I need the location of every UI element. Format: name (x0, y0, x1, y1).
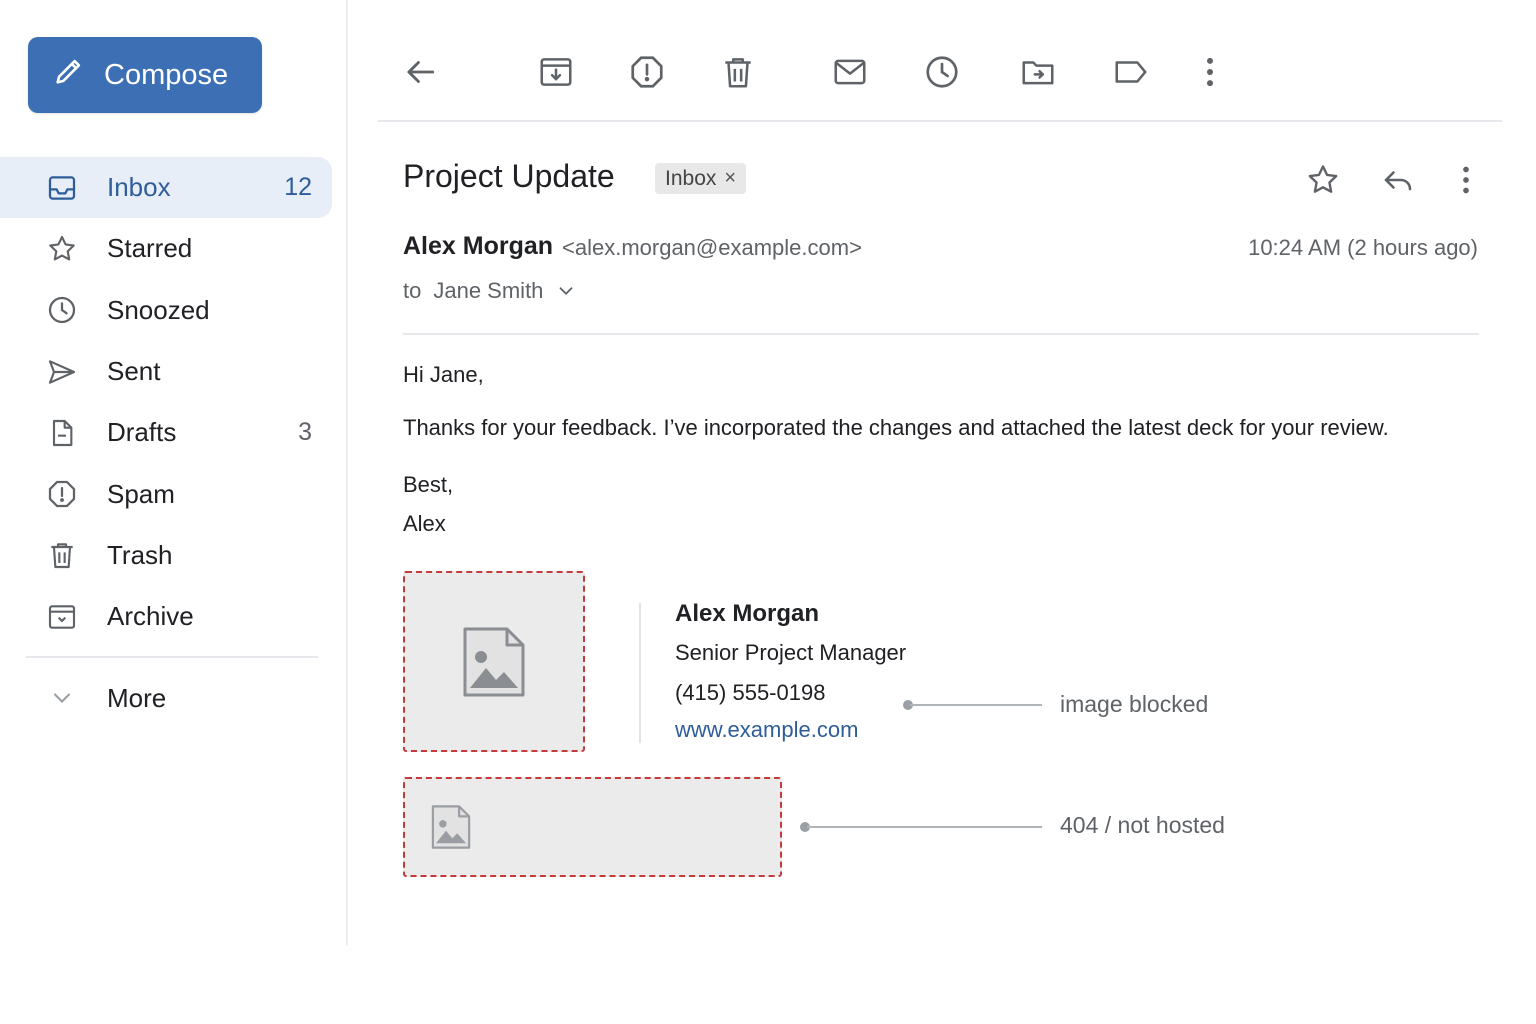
signature-title: Senior Project Manager (675, 640, 907, 665)
sidebar-item-label: Trash (107, 539, 173, 570)
remove-label-icon[interactable]: × (724, 167, 736, 190)
mail-icon (834, 59, 866, 85)
message-timestamp: 10:24 AM (2 hours ago) (1248, 235, 1478, 260)
sidebar-item-drafts[interactable]: Drafts 3 (0, 402, 332, 463)
compose-button[interactable]: Compose (28, 37, 262, 113)
star-button[interactable] (1303, 160, 1343, 200)
inbox-icon (44, 170, 80, 206)
chevron-down-icon (560, 287, 573, 296)
message-toolbar (378, 30, 1502, 122)
label-icon (1115, 61, 1147, 83)
archive-button[interactable] (534, 50, 578, 94)
sidebar-divider (26, 656, 318, 658)
callout-line (910, 704, 1042, 706)
sidebar-item-spam[interactable]: Spam (0, 463, 332, 524)
body-greeting: Hi Jane, (403, 362, 484, 387)
blocked-signature-image (403, 571, 585, 752)
spam-icon (44, 476, 80, 512)
sidebar-item-label: Inbox (107, 172, 171, 203)
sender-name: Alex Morgan (403, 232, 554, 260)
email-subject: Project Update (403, 158, 615, 194)
callout-line (807, 826, 1042, 828)
signature-name: Alex Morgan (675, 600, 820, 627)
trash-icon (725, 58, 751, 88)
more-options-button[interactable] (1188, 50, 1232, 94)
sidebar-item-label: Sent (107, 356, 161, 387)
sidebar-item-label: Starred (107, 233, 193, 264)
callout-not-hosted: 404 / not hosted (1060, 812, 1225, 838)
sidebar: Compose Inbox 12 Starred Snoozed Sent Dr… (0, 0, 348, 945)
inbox-label-chip[interactable]: Inbox × (655, 163, 747, 194)
sidebar-item-label: Spam (107, 478, 175, 509)
sidebar-item-archive[interactable]: Archive (0, 586, 332, 647)
star-icon (44, 231, 80, 267)
report-spam-button[interactable] (625, 50, 669, 94)
sidebar-item-starred[interactable]: Starred (0, 218, 332, 279)
signature-divider (639, 603, 641, 743)
back-arrow-icon (407, 61, 435, 83)
body-signoff: Alex (403, 511, 446, 536)
drafts-count: 3 (298, 418, 312, 447)
more-vert-icon (1463, 166, 1469, 194)
sidebar-item-inbox[interactable]: Inbox 12 (0, 157, 332, 219)
not-hosted-banner-image (403, 777, 782, 877)
sidebar-item-label: Drafts (107, 417, 177, 448)
sender-email: <alex.morgan@example.com> (562, 235, 862, 260)
trash-icon (44, 537, 80, 573)
clock-icon (926, 56, 958, 88)
clock-icon (44, 292, 80, 328)
archive-icon (540, 58, 572, 86)
more-vert-icon (1206, 57, 1214, 87)
sidebar-item-label: Snoozed (107, 294, 210, 325)
inbox-count: 12 (284, 173, 312, 202)
sidebar-item-snoozed[interactable]: Snoozed (0, 280, 332, 341)
chevron-down-icon (44, 680, 80, 716)
recipient-name: Jane Smith (433, 278, 544, 303)
delete-button[interactable] (716, 50, 760, 94)
sidebar-item-sent[interactable]: Sent (0, 341, 332, 402)
draft-icon (44, 415, 80, 451)
back-button[interactable] (398, 50, 442, 94)
sidebar-item-more[interactable]: More (0, 668, 332, 728)
sidebar-nav: Inbox 12 Starred Snoozed Sent Drafts 3 S… (0, 157, 332, 647)
reply-button[interactable] (1378, 160, 1418, 200)
move-to-button[interactable] (1016, 50, 1060, 94)
signature-website-link[interactable]: www.example.com (675, 717, 858, 743)
spam-icon (631, 56, 663, 88)
broken-image-icon (431, 805, 471, 849)
sidebar-more-label: More (107, 682, 167, 713)
header-divider (403, 333, 1479, 335)
broken-image-icon (463, 627, 525, 696)
label-chip-text: Inbox (665, 166, 717, 190)
signature-phone: (415) 555-0198 (675, 680, 826, 705)
message-more-button[interactable] (1446, 160, 1486, 200)
compose-label: Compose (104, 58, 229, 91)
mark-unread-button[interactable] (828, 50, 872, 94)
sidebar-item-trash[interactable]: Trash (0, 525, 332, 586)
callout-image-blocked: image blocked (1060, 691, 1209, 717)
archive-icon (44, 599, 80, 635)
recipients-toggle[interactable]: to Jane Smith (403, 278, 577, 304)
reply-icon (1384, 171, 1412, 191)
send-icon (44, 354, 80, 390)
star-icon (1308, 165, 1338, 193)
body-closing: Best, (403, 472, 454, 497)
folder-move-icon (1022, 61, 1054, 85)
label-button[interactable] (1109, 50, 1153, 94)
to-prefix: to (403, 278, 422, 303)
sidebar-item-label: Archive (107, 601, 194, 632)
snooze-button[interactable] (920, 50, 964, 94)
pencil-icon (52, 54, 86, 96)
body-paragraph: Thanks for your feedback. I’ve incorpora… (403, 415, 1389, 440)
